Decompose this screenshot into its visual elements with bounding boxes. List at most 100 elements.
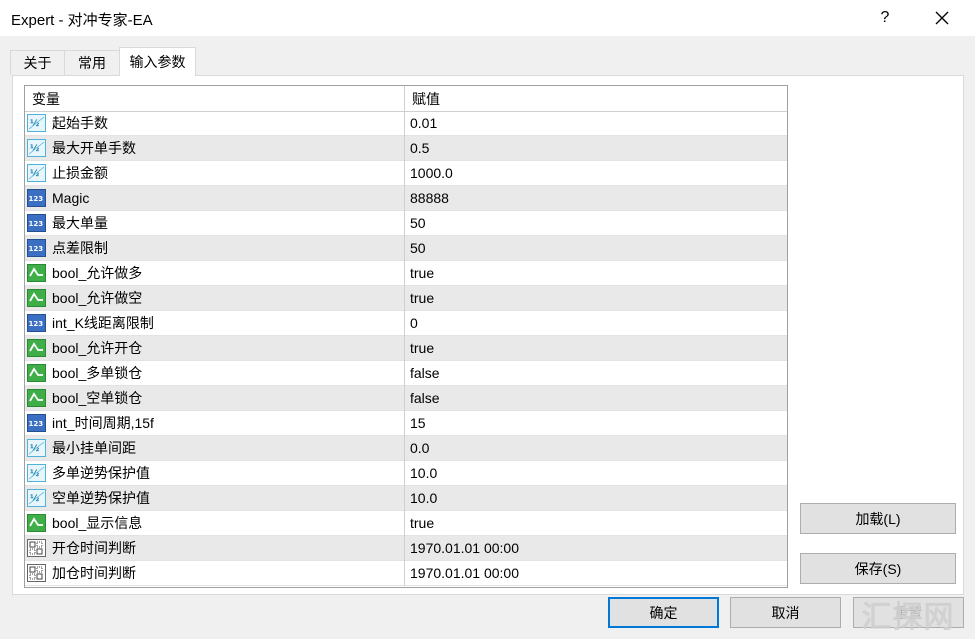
column-divider <box>404 461 405 486</box>
bool-icon <box>27 364 46 382</box>
parameter-value[interactable]: 10.0 <box>410 486 437 511</box>
help-icon: ? <box>880 9 890 26</box>
column-divider <box>404 336 405 361</box>
datetime-icon <box>27 539 46 557</box>
parameter-value[interactable]: true <box>410 286 434 311</box>
table-row[interactable]: bool_显示信息 true <box>25 511 787 536</box>
parameter-value[interactable]: true <box>410 261 434 286</box>
parameter-value[interactable]: 50 <box>410 211 426 236</box>
column-divider[interactable] <box>404 86 405 111</box>
bool-icon <box>27 339 46 357</box>
table-row[interactable]: 123 点差限制 50 <box>25 236 787 261</box>
parameter-value[interactable]: 1000.0 <box>410 161 453 186</box>
table-row[interactable]: ½ 多单逆势保护值 10.0 <box>25 461 787 486</box>
table-row[interactable]: ½ 最小挂单间距 0.0 <box>25 436 787 461</box>
bool-icon <box>27 514 46 532</box>
parameter-name: bool_允许做多 <box>52 265 143 281</box>
parameter-value[interactable]: 1970.01.01 00:00 <box>410 561 519 586</box>
parameter-value[interactable]: 1970.01.01 00:00 <box>410 536 519 561</box>
table-row[interactable]: bool_空单锁仓 false <box>25 386 787 411</box>
parameter-name: 最大单量 <box>52 215 108 231</box>
svg-text:123: 123 <box>29 220 44 228</box>
tab-label: 常用 <box>78 55 106 71</box>
parameter-name: bool_允许开仓 <box>52 340 143 356</box>
double-icon: ½ <box>27 139 46 157</box>
parameter-value[interactable]: 10.0 <box>410 461 437 486</box>
column-divider <box>404 286 405 311</box>
column-divider <box>404 261 405 286</box>
double-icon: ½ <box>27 114 46 132</box>
parameter-value[interactable]: 0.01 <box>410 111 437 136</box>
table-row[interactable]: bool_多单锁仓 false <box>25 361 787 386</box>
int-icon: 123 <box>27 314 46 332</box>
table-row[interactable]: 123 int_时间周期,15f 15 <box>25 411 787 436</box>
parameter-name: 加仓时间判断 <box>52 565 136 581</box>
int-icon: 123 <box>27 239 46 257</box>
tab-common[interactable]: 常用 <box>64 50 120 75</box>
parameter-name: bool_空单锁仓 <box>52 390 143 406</box>
column-divider <box>404 236 405 261</box>
parameter-name: int_时间周期,15f <box>52 415 154 431</box>
ok-button[interactable]: 确定 <box>608 597 719 628</box>
column-divider <box>404 436 405 461</box>
column-divider <box>404 561 405 586</box>
tab-label: 关于 <box>23 55 52 71</box>
parameter-name: bool_多单锁仓 <box>52 365 143 381</box>
help-button[interactable]: ? <box>862 0 908 36</box>
int-icon: 123 <box>27 214 46 232</box>
parameter-name: 多单逆势保护值 <box>52 465 150 481</box>
parameter-name: 最大开单手数 <box>52 140 136 156</box>
column-divider <box>404 111 405 136</box>
parameter-value[interactable]: 0.0 <box>410 436 429 461</box>
column-header-variable[interactable]: 变量 <box>32 86 60 111</box>
table-row[interactable]: ½ 止损金额 1000.0 <box>25 161 787 186</box>
bool-icon <box>27 389 46 407</box>
table-row[interactable]: 123 最大单量 50 <box>25 211 787 236</box>
column-divider <box>404 361 405 386</box>
table-row[interactable]: 加仓时间判断 1970.01.01 00:00 <box>25 561 787 586</box>
parameter-value[interactable]: 0 <box>410 311 418 336</box>
tab-inputs[interactable]: 输入参数 <box>119 47 196 76</box>
table-row[interactable]: 开仓时间判断 1970.01.01 00:00 <box>25 536 787 561</box>
column-divider <box>404 136 405 161</box>
table-row[interactable]: ½ 起始手数 0.01 <box>25 111 787 136</box>
parameters-grid[interactable]: 变量 赋值 ½ 起始手数 0.01 ½ 最大开单手数 0.5 ½ 止损金额 1000.0 123 M… <box>24 85 788 588</box>
parameter-value[interactable]: true <box>410 511 434 536</box>
column-divider <box>404 186 405 211</box>
column-divider <box>404 161 405 186</box>
parameter-value[interactable]: 15 <box>410 411 426 436</box>
save-button[interactable]: 保存(S) <box>800 553 956 584</box>
table-row[interactable]: 123 int_K线距离限制 0 <box>25 311 787 336</box>
window-title: Expert - 对冲专家-EA <box>11 12 153 29</box>
column-divider <box>404 511 405 536</box>
close-button[interactable] <box>919 0 965 36</box>
column-header-value[interactable]: 赋值 <box>412 86 440 111</box>
parameter-value[interactable]: true <box>410 336 434 361</box>
tab-about[interactable]: 关于 <box>10 50 65 75</box>
parameter-name: 止损金额 <box>52 165 108 181</box>
column-divider <box>404 211 405 236</box>
double-icon: ½ <box>27 164 46 182</box>
parameter-value[interactable]: 88888 <box>410 186 449 211</box>
parameter-name: int_K线距离限制 <box>52 315 154 331</box>
parameter-name: 起始手数 <box>52 115 108 131</box>
table-row[interactable]: 123 Magic 88888 <box>25 186 787 211</box>
table-row[interactable]: bool_允许做空 true <box>25 286 787 311</box>
double-icon: ½ <box>27 464 46 482</box>
table-row[interactable]: ½ 最大开单手数 0.5 <box>25 136 787 161</box>
load-button[interactable]: 加载(L) <box>800 503 956 534</box>
parameter-value[interactable]: false <box>410 386 440 411</box>
bool-icon <box>27 289 46 307</box>
table-row[interactable]: bool_允许开仓 true <box>25 336 787 361</box>
int-icon: 123 <box>27 189 46 207</box>
table-row[interactable]: bool_允许做多 true <box>25 261 787 286</box>
parameter-name: 空单逆势保护值 <box>52 490 150 506</box>
parameter-name: bool_允许做空 <box>52 290 143 306</box>
parameter-value[interactable]: 50 <box>410 236 426 261</box>
column-divider <box>404 486 405 511</box>
title-bar: Expert - 对冲专家-EA ? <box>0 0 975 36</box>
cancel-button[interactable]: 取消 <box>730 597 841 628</box>
parameter-value[interactable]: false <box>410 361 440 386</box>
table-row[interactable]: ½ 空单逆势保护值 10.0 <box>25 486 787 511</box>
parameter-value[interactable]: 0.5 <box>410 136 429 161</box>
